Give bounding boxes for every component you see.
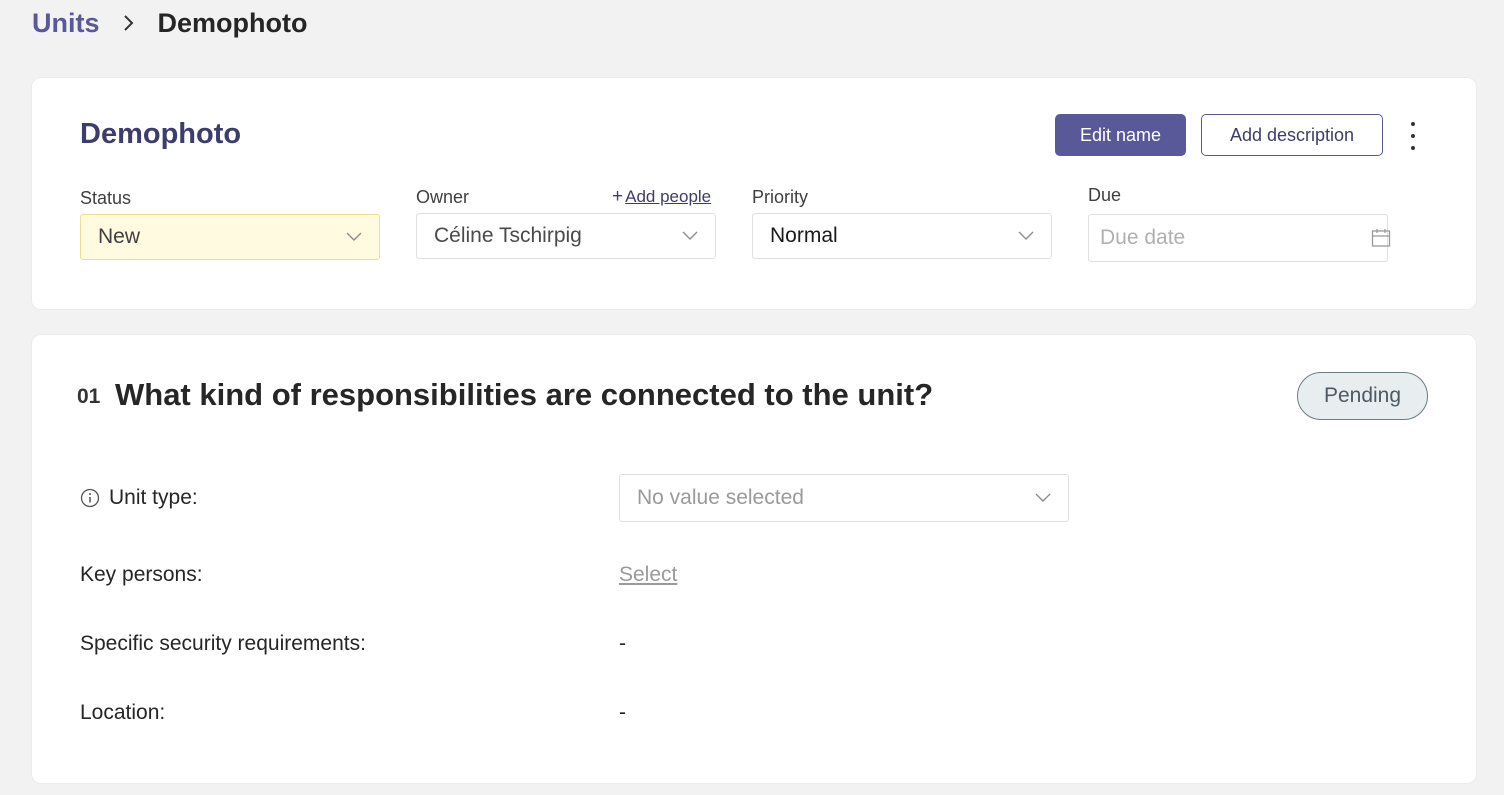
location-value: -: [619, 701, 626, 724]
breadcrumb-current: Demophoto: [157, 7, 308, 38]
chevron-down-icon: [682, 228, 698, 244]
unit-type-label: Unit type:: [80, 486, 198, 510]
question-title: What kind of responsibilities are connec…: [115, 377, 934, 412]
info-icon[interactable]: [80, 488, 100, 508]
owner-label: Owner: [416, 187, 470, 207]
due-date-input[interactable]: [1100, 226, 1371, 250]
calendar-icon[interactable]: [1371, 228, 1391, 248]
priority-label: Priority: [752, 187, 809, 207]
owner-select[interactable]: Céline Tschirpig: [416, 213, 716, 259]
due-date-field[interactable]: [1088, 214, 1391, 262]
unit-type-label-text: Unit type:: [109, 486, 198, 509]
priority-select[interactable]: Normal: [752, 213, 1052, 259]
breadcrumb: Units Demophoto: [32, 6, 307, 40]
add-people-label: Add people: [625, 187, 712, 206]
add-description-button[interactable]: Add description: [1201, 114, 1383, 156]
key-persons-select-link[interactable]: Select: [619, 563, 677, 587]
status-value: New: [98, 225, 141, 248]
priority-value: Normal: [770, 224, 838, 247]
unit-type-value: No value selected: [637, 486, 804, 509]
status-badge[interactable]: Pending: [1297, 372, 1428, 420]
edit-name-button[interactable]: Edit name: [1055, 114, 1186, 156]
chevron-right-icon: [100, 13, 158, 33]
chevron-down-icon: [1035, 490, 1051, 506]
location-label: Location:: [80, 701, 166, 724]
owner-value: Céline Tschirpig: [434, 224, 582, 247]
kebab-menu-icon[interactable]: [1401, 122, 1425, 150]
plus-icon: +: [612, 186, 624, 207]
add-people-link[interactable]: + Add people: [612, 186, 711, 208]
breadcrumb-units-link[interactable]: Units: [32, 8, 100, 39]
question-card: 01 What kind of responsibilities are con…: [32, 335, 1476, 783]
status-label: Status: [80, 188, 132, 208]
due-label: Due: [1088, 185, 1122, 205]
chevron-down-icon: [1018, 228, 1034, 244]
chevron-down-icon: [346, 229, 362, 245]
key-persons-label: Key persons:: [80, 563, 203, 586]
security-requirements-value: -: [619, 632, 626, 655]
unit-header-card: Demophoto Edit name Add description Stat…: [32, 78, 1476, 309]
question-number: 01: [77, 385, 101, 408]
unit-type-select[interactable]: No value selected: [619, 474, 1069, 522]
status-select[interactable]: New: [80, 214, 380, 260]
unit-title: Demophoto: [80, 118, 242, 150]
security-requirements-label: Specific security requirements:: [80, 632, 366, 655]
